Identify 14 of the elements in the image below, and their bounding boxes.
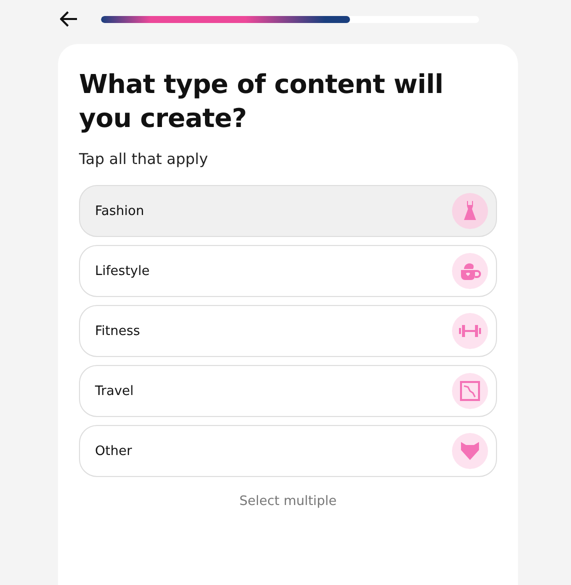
option-button[interactable]: Fitness [79,305,497,357]
question-title: What type of content will you create? [79,69,444,136]
instruction-text: Tap all that apply [79,150,209,168]
back-arrow-icon[interactable] [60,11,78,27]
option-button[interactable]: Lifestyle [79,245,497,297]
option-button[interactable]: Travel [79,365,497,417]
dress-icon [463,201,477,221]
map-icon [460,381,480,401]
cup-icon [459,261,481,281]
option-button[interactable]: Fashion [79,185,497,237]
option-button[interactable]: Other [79,425,497,477]
heart-icon [460,442,480,460]
dumbbell-icon [459,325,481,337]
hint-text: Select multiple [238,494,338,509]
